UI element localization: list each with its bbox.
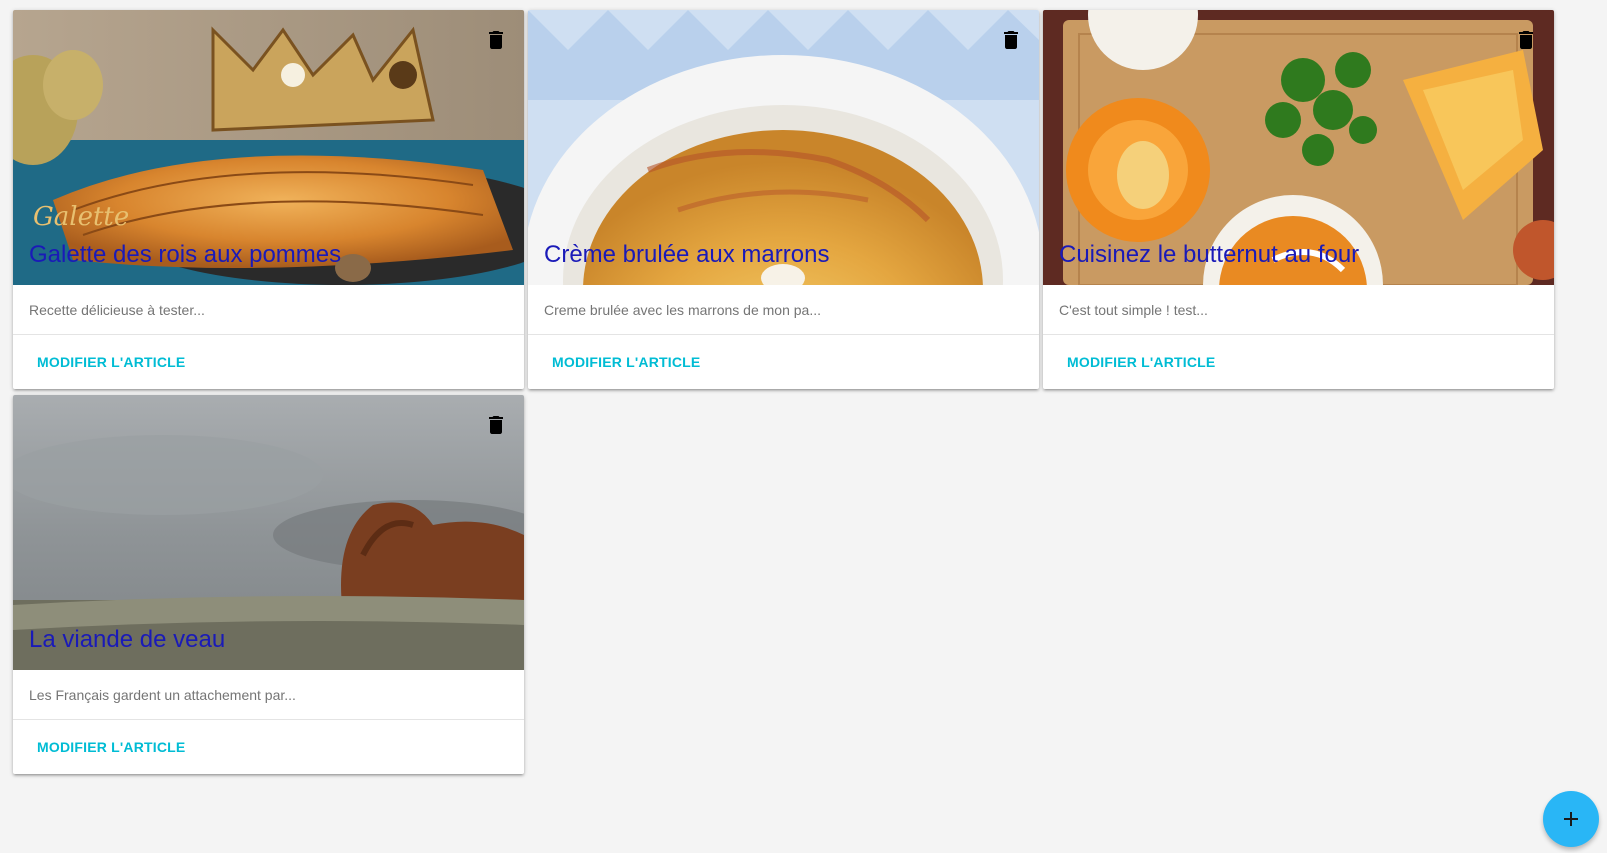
article-card: Crème brulée aux marrons Creme brulée av…	[528, 10, 1039, 389]
card-image: Cuisinez le butternut au four	[1043, 10, 1554, 285]
card-action: Modifier l'article	[13, 720, 524, 774]
trash-icon[interactable]	[1514, 28, 1538, 52]
card-image: Galette Galette des rois aux pommes	[13, 10, 524, 285]
card-excerpt: Les Français gardent un attachement par.…	[13, 670, 524, 720]
card-excerpt: Recette délicieuse à tester...	[13, 285, 524, 335]
add-article-button[interactable]	[1543, 791, 1599, 847]
card-title[interactable]: Galette des rois aux pommes	[29, 241, 341, 269]
trash-icon[interactable]	[484, 413, 508, 437]
card-excerpt: C'est tout simple ! test...	[1043, 285, 1554, 335]
card-action: Modifier l'article	[528, 335, 1039, 389]
edit-article-link[interactable]: Modifier l'article	[552, 354, 700, 370]
trash-icon[interactable]	[999, 28, 1023, 52]
edit-article-link[interactable]: Modifier l'article	[37, 739, 185, 755]
card-image: Crème brulée aux marrons	[528, 10, 1039, 285]
card-title[interactable]: La viande de veau	[29, 626, 225, 654]
card-title[interactable]: Crème brulée aux marrons	[544, 241, 829, 269]
card-excerpt: Creme brulée avec les marrons de mon pa.…	[528, 285, 1039, 335]
card-image: La viande de veau	[13, 395, 524, 670]
article-card: Cuisinez le butternut au four C'est tout…	[1043, 10, 1554, 389]
card-action: Modifier l'article	[1043, 335, 1554, 389]
article-card: La viande de veau Les Français gardent u…	[13, 395, 524, 774]
galette-image-logo: Galette	[33, 202, 129, 232]
edit-article-link[interactable]: Modifier l'article	[1067, 354, 1215, 370]
plus-icon	[1564, 812, 1578, 826]
card-title[interactable]: Cuisinez le butternut au four	[1059, 241, 1359, 269]
card-action: Modifier l'article	[13, 335, 524, 389]
edit-article-link[interactable]: Modifier l'article	[37, 354, 185, 370]
trash-icon[interactable]	[484, 28, 508, 52]
article-card: Galette Galette des rois aux pommes Rece…	[13, 10, 524, 389]
